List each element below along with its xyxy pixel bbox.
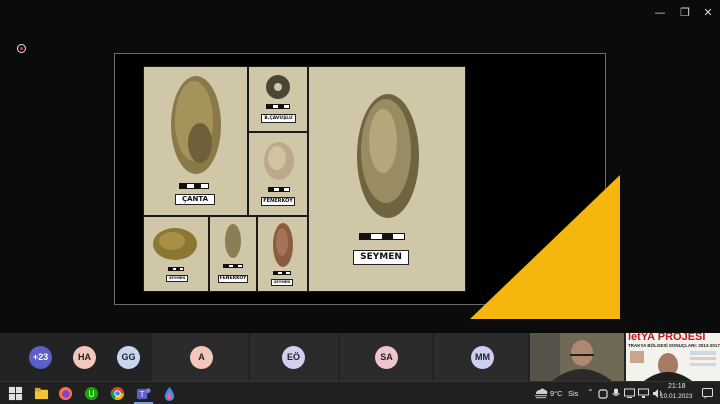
participant-tile-eo[interactable]: EÖ (250, 333, 338, 381)
stone-ring-image (266, 75, 290, 99)
upwork-icon[interactable]: U (84, 386, 99, 401)
participant-avatar-a: A (190, 346, 213, 369)
photo-panel-seymen-small-2: SEYMEN (258, 217, 307, 291)
scale-bar (223, 264, 243, 268)
photo-panel-fenerkoy: FENERKÖY (249, 133, 307, 215)
teams-meeting-window: — ❐ ✕ ÇANTA B.ÇAVUŞLU FENERKÖY SEYMEN SE… (0, 0, 720, 404)
scale-bar (268, 187, 290, 192)
participant-avatar-sa: SA (375, 346, 398, 369)
notifications-icon[interactable] (702, 388, 713, 399)
file-explorer-icon[interactable] (34, 386, 49, 401)
svg-text:U: U (88, 389, 94, 399)
maximize-icon: ❐ (680, 6, 690, 19)
artifact-photo-board: ÇANTA B.ÇAVUŞLU FENERKÖY SEYMEN SEYMEN F… (143, 66, 466, 292)
participant-tile-sa[interactable]: SA (340, 333, 432, 381)
participants-strip: +23 HA GG A EÖ SA MM letYA PROJESİ TRAKY… (0, 333, 720, 381)
scale-bar (266, 104, 290, 109)
weather-description[interactable]: Sis (568, 389, 578, 398)
stone-tool-large-image (357, 94, 419, 218)
chevron-up-icon[interactable]: ⌃ (587, 388, 594, 397)
teams-icon[interactable]: T (136, 386, 151, 401)
weather-temperature[interactable]: 9°C (550, 389, 563, 398)
photo-panel-seymen-small: SEYMEN (144, 217, 208, 291)
svg-text:T: T (139, 390, 145, 399)
minimize-icon: — (654, 6, 666, 19)
participant-tile-a[interactable]: A (152, 333, 248, 381)
presenter-video-feed[interactable]: letYA PROJESİ TRAKYA BÖLGESİ SONUÇLARI: … (626, 333, 720, 381)
participant-avatar-eo: EÖ (282, 346, 305, 369)
close-button[interactable]: ✕ (698, 5, 718, 21)
photo-panel-seymen: SEYMEN (309, 67, 465, 291)
label-b-cavuslu: B.ÇAVUŞLU (261, 114, 296, 123)
scale-bar (179, 183, 209, 189)
drop-app-icon[interactable] (162, 386, 177, 401)
clock-time[interactable]: 21:18 (668, 383, 686, 390)
windows-start-icon[interactable] (8, 386, 23, 401)
microphone-icon[interactable] (612, 388, 620, 399)
windows-taskbar: U T 9°C Sis ⌃ 21:18 10.01.2023 (0, 381, 720, 404)
self-video-feed[interactable] (530, 333, 624, 381)
recording-icon (17, 44, 26, 53)
photo-panel-fenerkoy-small: FENERKÖY (210, 217, 256, 291)
camera-privacy-icon[interactable] (598, 388, 608, 399)
label-seymen-small: SEYMEN (166, 275, 188, 282)
scale-bar (359, 233, 405, 240)
chrome-icon[interactable] (110, 386, 125, 401)
photo-panel-b-cavuslu: B.ÇAVUŞLU (249, 67, 307, 131)
label-canta: ÇANTA (175, 194, 215, 205)
close-icon: ✕ (703, 6, 713, 19)
firefox-icon[interactable] (58, 386, 73, 401)
maximize-button[interactable]: ❐ (675, 5, 695, 21)
participant-group-tile: +23 HA GG (0, 333, 150, 381)
photo-panel-canta: ÇANTA (144, 67, 247, 215)
stone-small-image (225, 224, 241, 258)
webcam-person-image (530, 333, 624, 381)
stone-egg-image (264, 142, 294, 180)
clock-date[interactable]: 10.01.2023 (660, 393, 693, 400)
scale-bar (168, 267, 184, 271)
label-seymen: SEYMEN (353, 250, 409, 265)
minimize-button[interactable]: — (650, 5, 670, 21)
weather-fog-icon (535, 388, 548, 399)
participant-avatar-mm: MM (471, 346, 494, 369)
title-bar: — ❐ ✕ (0, 0, 720, 26)
stone-reddish-image (273, 223, 293, 267)
presenter-person-image (630, 351, 716, 381)
network-icon[interactable] (638, 388, 649, 399)
system-tray: 9°C Sis ⌃ 21:18 10.01.2023 (532, 382, 720, 404)
stone-round-image (153, 228, 197, 260)
participant-tile-mm[interactable]: MM (434, 333, 528, 381)
more-participants-button[interactable]: +23 (29, 346, 52, 369)
label-fenerkoy: FENERKÖY (261, 197, 295, 206)
display-icon[interactable] (624, 388, 635, 399)
slide-accent-triangle (470, 175, 620, 319)
label-fenerkoy-small: FENERKÖY (218, 275, 248, 283)
participant-avatar-ha[interactable]: HA (73, 346, 96, 369)
label-seymen-small-2: SEYMEN (271, 279, 293, 286)
participant-avatar-gg[interactable]: GG (117, 346, 140, 369)
stone-tool-image (171, 76, 221, 174)
scale-bar (273, 271, 291, 275)
